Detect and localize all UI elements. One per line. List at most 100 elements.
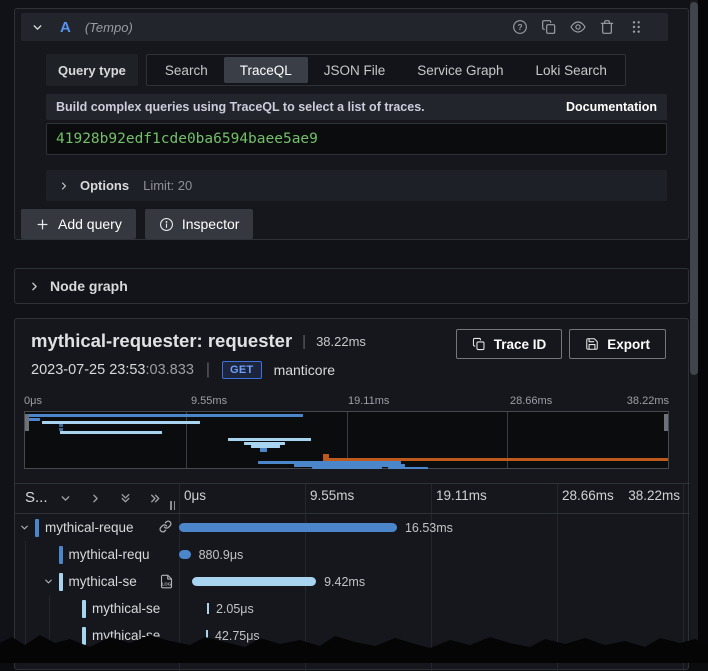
query-type-row: Query type SearchTraceQLJSON FileService… [46, 54, 667, 86]
span-duration-label: 16.53ms [405, 521, 453, 535]
documentation-link[interactable]: Documentation [566, 100, 657, 114]
span-duration-bar[interactable] [179, 523, 397, 532]
row-expand-chevron-icon[interactable] [43, 576, 54, 587]
span-color-indicator [82, 600, 86, 618]
minimap-left-handle[interactable] [25, 414, 29, 431]
trace-actions: Trace ID Export [456, 329, 666, 359]
help-icon[interactable]: ? [512, 19, 528, 35]
tab-json-file[interactable]: JSON File [308, 57, 402, 83]
span-name: mythical-requ [69, 547, 174, 562]
export-label: Export [607, 337, 650, 352]
separator: | [206, 361, 210, 379]
span-duration-tick[interactable] [207, 603, 209, 614]
row-expand-chevron-icon[interactable] [19, 522, 30, 533]
separator: | [302, 333, 306, 350]
minimap-span [25, 414, 303, 417]
tab-loki-search[interactable]: Loki Search [520, 57, 623, 83]
traceql-query-value: 41928b92edf1cde0ba6594baee5ae9 [56, 131, 318, 147]
trace-timestamp-fraction: :03.833 [146, 362, 194, 378]
inspector-button[interactable]: Inspector [145, 209, 254, 239]
options-toggle-row[interactable]: Options Limit: 20 [46, 170, 667, 201]
collapse-chevron-icon[interactable] [31, 21, 44, 34]
http-method-badge: GET [222, 361, 262, 379]
tab-search[interactable]: Search [149, 57, 224, 83]
traceql-query-input[interactable]: 41928b92edf1cde0ba6594baee5ae9 [46, 123, 667, 155]
traceql-description-bar: Build complex queries using TraceQL to s… [46, 94, 667, 120]
query-row-body: Query type SearchTraceQLJSON FileService… [46, 49, 667, 201]
query-row-header: A (Tempo) ? [21, 13, 668, 41]
minimap-span [42, 421, 200, 424]
minimap-time-axis: 0μs 9.55ms 19.11ms 28.66ms 38.22ms [15, 395, 690, 409]
svg-text:?: ? [517, 22, 522, 32]
trash-icon[interactable] [599, 19, 615, 35]
minimap-span [60, 431, 162, 434]
minimap-tick-label: 0μs [24, 395, 42, 407]
eye-icon[interactable] [570, 19, 586, 35]
span-color-indicator [59, 573, 63, 591]
copy-icon[interactable] [541, 19, 557, 35]
scrollbar-track[interactable] [690, 0, 698, 663]
datasource-name[interactable]: (Tempo) [85, 20, 133, 35]
query-ref-id[interactable]: A [60, 19, 71, 36]
minimap-tick-label: 19.11ms [348, 395, 389, 407]
trace-meta-row: 2023-07-25 23:53 :03.833 | GET manticore [31, 361, 335, 379]
info-icon [159, 217, 174, 232]
span-row[interactable]: mythical-reque 16.53ms [15, 514, 690, 541]
table-tick-label: 38.22ms [628, 488, 680, 503]
tab-service-graph[interactable]: Service Graph [401, 57, 519, 83]
export-button[interactable]: Export [569, 329, 666, 359]
add-query-button[interactable]: Add query [21, 209, 136, 239]
minimap-tick-label: 28.66ms [510, 395, 552, 407]
trace-id-button[interactable]: Trace ID [456, 329, 563, 359]
add-query-label: Add query [58, 216, 122, 232]
span-duration-bar[interactable] [179, 550, 191, 559]
minimap-right-handle[interactable] [664, 414, 668, 431]
trace-resource: manticore [274, 362, 335, 378]
inspector-label: Inspector [182, 216, 240, 232]
span-row[interactable]: mythical-se 2.05μs [15, 595, 690, 622]
minimap-tick-label: 9.55ms [191, 395, 227, 407]
chevron-right-icon [28, 280, 41, 293]
span-duration-label: 42.75μs [215, 629, 260, 643]
copy-icon [472, 337, 486, 351]
query-actions: Add query Inspector [21, 209, 253, 239]
table-tick-label: 19.11ms [436, 488, 487, 503]
table-tick-label: 0μs [184, 488, 206, 503]
table-tick-label: 9.55ms [310, 488, 354, 503]
span-name: mythical-reque [45, 520, 157, 535]
query-row-actions: ? [512, 19, 658, 35]
trace-timestamp: 2023-07-25 23:53 [31, 362, 146, 378]
span-duration-bar[interactable] [192, 577, 316, 586]
node-graph-collapsible[interactable]: Node graph [14, 268, 689, 304]
span-color-indicator [59, 546, 63, 564]
query-type-tabs: SearchTraceQLJSON FileService GraphLoki … [146, 54, 626, 86]
indent-guide [25, 568, 26, 595]
save-icon [585, 337, 599, 351]
minimap-span [388, 467, 428, 470]
span-color-indicator [35, 519, 39, 537]
scrollbar-thumb[interactable] [690, 2, 698, 375]
grip-icon[interactable] [628, 19, 644, 35]
query-editor-section: A (Tempo) ? Query type SearchTraceQLJSON… [14, 8, 689, 240]
node-graph-label: Node graph [50, 278, 128, 294]
trace-minimap[interactable] [24, 411, 669, 469]
indent-guide [25, 541, 26, 568]
span-name: mythical-se [92, 601, 173, 616]
options-label: Options [80, 178, 129, 193]
minimap-tick-label: 38.22ms [627, 395, 669, 407]
span-duration-label: 2.05μs [216, 602, 254, 616]
minimap-span [59, 424, 62, 427]
span-table-header: S... 0μs9.55ms19.11ms28.66ms38.22ms [15, 483, 690, 514]
span-duration-label: 880.9μs [199, 548, 244, 562]
log-icon[interactable]: LOG [159, 574, 174, 589]
explore-canvas: A (Tempo) ? Query type SearchTraceQLJSON… [0, 0, 708, 663]
link-icon[interactable] [159, 520, 172, 533]
tab-traceql[interactable]: TraceQL [224, 57, 308, 83]
svg-text:LOG: LOG [162, 581, 172, 586]
screen-right-edge [698, 0, 708, 663]
span-row[interactable]: mythical-requ 880.9μs [15, 541, 690, 568]
traceql-description: Build complex queries using TraceQL to s… [56, 100, 425, 114]
minimap-span [228, 438, 312, 441]
span-color-indicator [82, 627, 86, 645]
span-row[interactable]: mythical-seLOG9.42ms [15, 568, 690, 595]
